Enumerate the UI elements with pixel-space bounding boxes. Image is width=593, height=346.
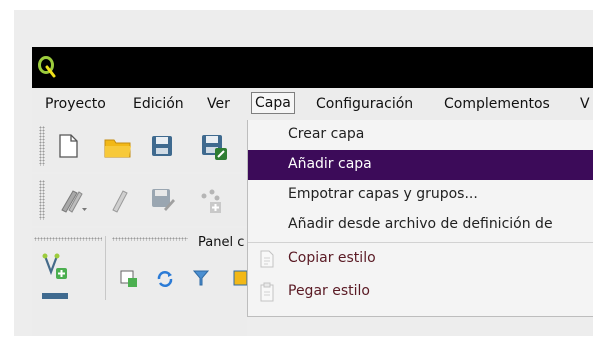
add-group-icon[interactable] [120, 270, 138, 288]
menu-bar: Proyecto Edición Ver Capa Configuración … [32, 88, 593, 120]
paste-style-icon [260, 282, 274, 302]
edit-pencils-icon[interactable] [57, 186, 89, 216]
menu-edicion[interactable]: Edición [133, 94, 184, 114]
menu-capa[interactable]: Capa [251, 92, 295, 114]
save-layer-edits-icon[interactable] [150, 187, 176, 213]
menu-separator [248, 242, 593, 243]
capa-dropdown-menu: Crear capa Añadir capa Empotrar capas y … [247, 120, 593, 317]
refresh-icon[interactable] [156, 270, 174, 288]
menu-item-pegar-estilo[interactable]: Pegar estilo [248, 277, 593, 307]
save-as-project-icon[interactable] [200, 133, 228, 161]
copy-style-icon [260, 250, 274, 268]
panel-grip[interactable] [34, 237, 102, 241]
menu-more[interactable]: V [580, 94, 590, 114]
menu-item-anadir-desde-archivo[interactable]: Añadir desde archivo de definición de [248, 210, 593, 240]
qgis-logo-icon [38, 56, 56, 78]
save-project-icon[interactable] [150, 134, 174, 158]
menu-item-anadir-capa[interactable]: Añadir capa [248, 150, 593, 180]
panel-grip[interactable] [112, 237, 188, 241]
panel-separator [105, 236, 106, 300]
layer-order-icon[interactable] [232, 269, 247, 287]
toggle-editing-icon[interactable] [108, 186, 130, 214]
open-folder-icon[interactable] [103, 135, 133, 159]
add-raster-layer-icon[interactable] [42, 293, 68, 299]
menu-item-crear-capa[interactable]: Crear capa [248, 120, 593, 150]
menu-complementos[interactable]: Complementos [444, 94, 550, 114]
filter-icon[interactable] [192, 269, 210, 287]
title-bar [32, 47, 593, 88]
toolbar-grip[interactable] [39, 126, 45, 166]
panel-title: Panel c [198, 235, 245, 250]
add-point-feature-icon[interactable] [197, 187, 225, 215]
menu-configuracion[interactable]: Configuración [316, 94, 413, 114]
menu-proyecto[interactable]: Proyecto [45, 94, 106, 114]
menu-item-empotrar-capas[interactable]: Empotrar capas y grupos... [248, 180, 593, 210]
menu-item-copiar-estilo[interactable]: Copiar estilo [248, 244, 593, 274]
new-project-icon[interactable] [57, 133, 79, 159]
toolbar-grip[interactable] [39, 180, 45, 220]
file-toolbar [32, 120, 247, 172]
menu-ver[interactable]: Ver [207, 94, 230, 114]
digitizing-toolbar [32, 174, 247, 226]
add-vector-layer-icon[interactable] [42, 252, 68, 280]
